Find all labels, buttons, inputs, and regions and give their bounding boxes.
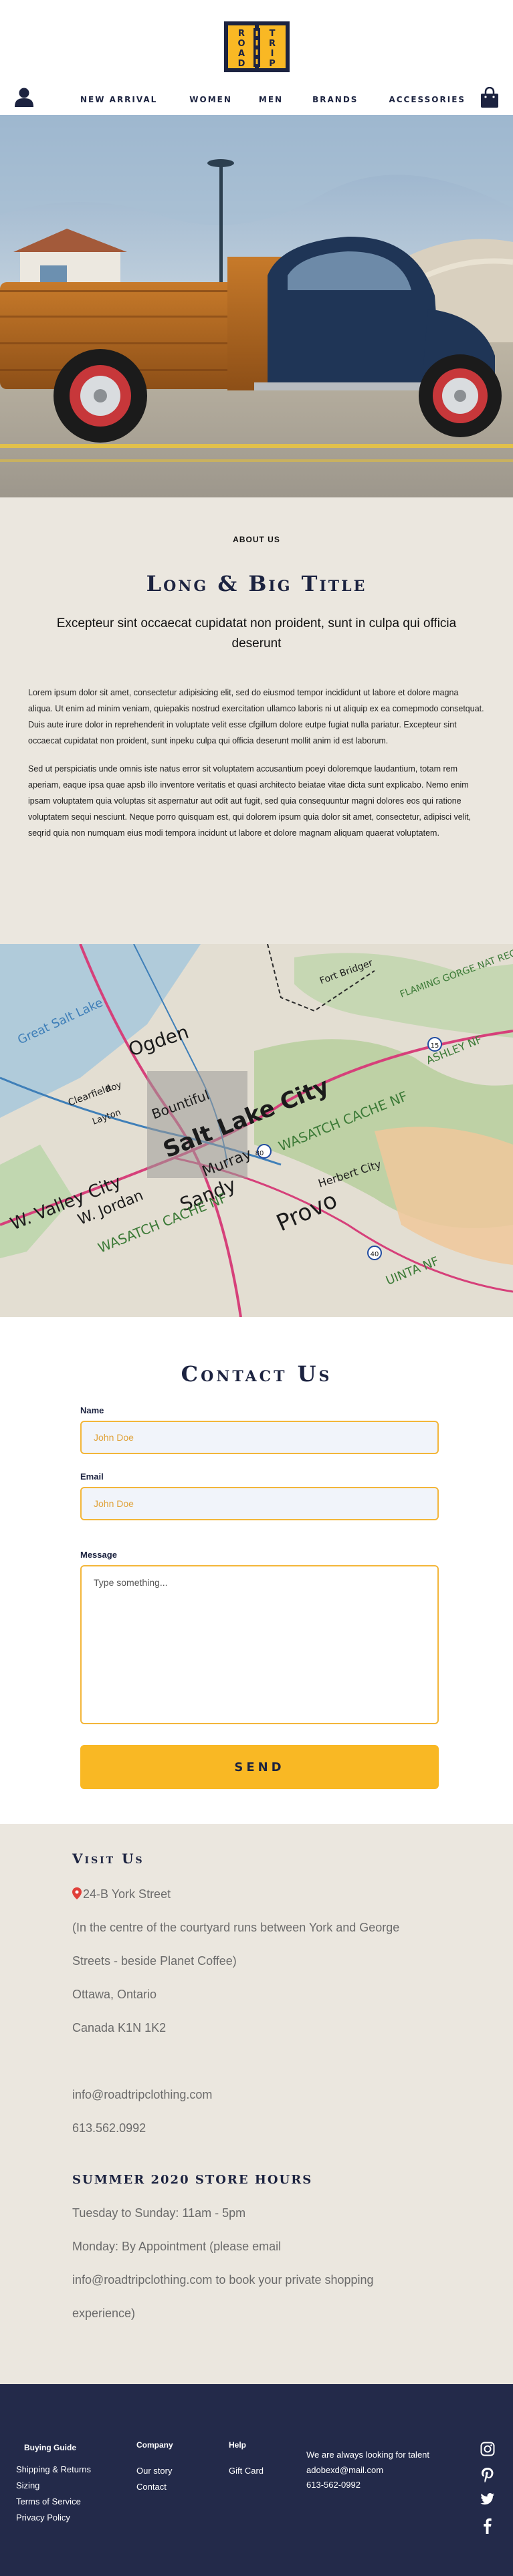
- message-label: Message: [80, 1550, 117, 1560]
- contact-section: Contact Us Name Email Message SEND: [0, 1317, 513, 1824]
- logo-letter: A: [238, 49, 245, 59]
- route-label: 15: [431, 1042, 439, 1050]
- send-button[interactable]: SEND: [80, 1745, 439, 1789]
- location-pin-icon: [72, 1879, 82, 1899]
- map-image: Ogden Salt Lake City Bountiful Clearfiel…: [0, 944, 513, 1317]
- address-street: 24-B York Street: [72, 1877, 513, 1911]
- message-textarea[interactable]: [80, 1565, 439, 1724]
- hours-line: info@roadtripclothing.com to book your p…: [72, 2273, 374, 2287]
- footer-link-contact[interactable]: Contact: [136, 2479, 173, 2495]
- talent-text: We are always looking for talent: [306, 2450, 430, 2460]
- logo-letter: R: [238, 29, 245, 39]
- logo-letter: P: [269, 59, 276, 69]
- about-subtitle: Excepteur sint occaecat cupidatat non pr…: [56, 616, 457, 651]
- email-input[interactable]: [80, 1487, 439, 1520]
- footer-help: Help Gift Card: [229, 2440, 264, 2479]
- about-body: Lorem ipsum dolor sit amet, consectetur …: [28, 685, 485, 841]
- nav-links: New arrival Women Men Brands Accessories: [80, 95, 466, 104]
- address-note: (In the centre of the courtyard runs bet…: [72, 1921, 400, 1934]
- about-paragraph: Sed ut perspiciatis unde omnis iste natu…: [28, 764, 472, 838]
- store-phone-link[interactable]: 613.562.0992: [72, 2111, 513, 2145]
- site-header: R O A D T R I P New arrival Women Men Br…: [0, 0, 513, 115]
- name-input[interactable]: [80, 1421, 439, 1454]
- footer-link-terms[interactable]: Terms of Service: [16, 2494, 91, 2510]
- about-paragraph: Lorem ipsum dolor sit amet, consectetur …: [28, 688, 484, 745]
- about-section: ABOUT US Long & Big Title Excepteur sint…: [0, 497, 513, 944]
- logo-letter: R: [269, 39, 276, 49]
- pinterest-icon[interactable]: [480, 2467, 495, 2483]
- facebook-icon[interactable]: [480, 2518, 495, 2534]
- hours-heading: SUMMER 2020 STORE HOURS: [72, 2173, 313, 2187]
- hours-line: experience): [72, 2307, 136, 2320]
- social-links: [480, 2442, 495, 2534]
- store-email-link[interactable]: info@roadtripclothing.com: [72, 2078, 513, 2111]
- twitter-icon[interactable]: [480, 2492, 495, 2508]
- logo-letter: O: [237, 39, 245, 49]
- user-icon[interactable]: [15, 87, 33, 107]
- nav-accessories[interactable]: Accessories: [389, 95, 466, 104]
- nav-new-arrival[interactable]: New arrival: [80, 95, 157, 104]
- footer-link-privacy[interactable]: Privacy Policy: [16, 2510, 91, 2526]
- logo-letter: D: [238, 59, 245, 69]
- hours-line: Monday: By Appointment (please email: [72, 2240, 282, 2253]
- nav-men[interactable]: Men: [259, 95, 283, 104]
- footer-heading: Help: [229, 2440, 247, 2450]
- contact-form: Name Email Message SEND: [80, 1405, 439, 1789]
- hero-image: [0, 115, 513, 497]
- address-street-text: 24-B York Street: [83, 1887, 171, 1901]
- talent-phone-link[interactable]: 613-562-0992: [306, 2478, 429, 2492]
- nav-women[interactable]: Women: [189, 95, 232, 104]
- instagram-icon[interactable]: [480, 2442, 495, 2458]
- name-label: Name: [80, 1405, 104, 1415]
- shopping-bag-icon[interactable]: [480, 86, 499, 108]
- email-label: Email: [80, 1472, 104, 1482]
- contact-title: Contact Us: [181, 1361, 332, 1387]
- about-eyebrow: ABOUT US: [233, 535, 280, 544]
- footer-link-shipping[interactable]: Shipping & Returns: [16, 2462, 91, 2478]
- site-footer: Buying Guide Shipping & Returns Sizing T…: [0, 2384, 513, 2576]
- address-postal: Canada K1N 1K2: [72, 2021, 167, 2034]
- footer-company: Company Our story Contact: [136, 2440, 173, 2495]
- address-note: Streets - beside Planet Coffee): [72, 1954, 237, 1968]
- footer-heading: Buying Guide: [24, 2443, 76, 2452]
- footer-link-our-story[interactable]: Our story: [136, 2463, 173, 2479]
- route-label: 80: [255, 1150, 264, 1157]
- footer-talent: We are always looking for talent adobexd…: [306, 2447, 429, 2492]
- footer-buying-guide: Buying Guide Shipping & Returns Sizing T…: [16, 2443, 91, 2526]
- footer-link-sizing[interactable]: Sizing: [16, 2478, 91, 2494]
- logo-letter: I: [271, 49, 274, 59]
- about-title: Long & Big Title: [146, 571, 367, 596]
- logo-letter: T: [270, 29, 276, 39]
- visit-section: Visit Us 24-B York Street (In the centre…: [0, 1824, 513, 2384]
- address-city: Ottawa, Ontario: [72, 1988, 157, 2001]
- talent-email-link[interactable]: adobexd@mail.com: [306, 2463, 429, 2478]
- hours-line: Tuesday to Sunday: 11am - 5pm: [72, 2206, 246, 2220]
- vintage-truck-photo: [0, 115, 513, 497]
- roadtrip-logo[interactable]: R O A D T R I P: [224, 21, 290, 72]
- visit-heading: Visit Us: [72, 1851, 144, 1867]
- route-label: 40: [371, 1251, 379, 1258]
- utah-map-photo: Ogden Salt Lake City Bountiful Clearfiel…: [0, 944, 513, 1317]
- main-nav: New arrival Women Men Brands Accessories: [0, 86, 513, 115]
- footer-heading: Company: [136, 2440, 173, 2450]
- nav-brands[interactable]: Brands: [312, 95, 358, 104]
- footer-link-gift-card[interactable]: Gift Card: [229, 2463, 264, 2479]
